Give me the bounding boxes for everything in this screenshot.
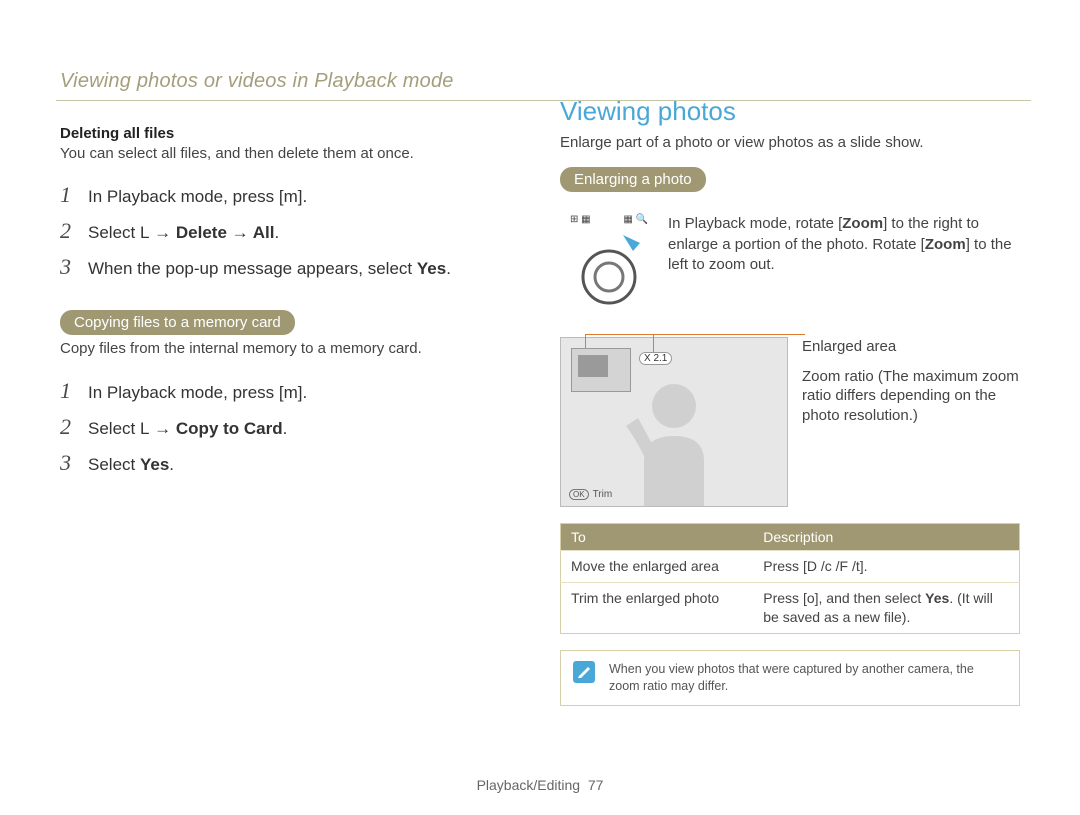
step-text: .	[274, 223, 279, 242]
step-number: 2	[60, 414, 76, 440]
deleting-desc: You can select all files, and then delet…	[60, 144, 520, 164]
dial-right-label: ▦ 🔍	[623, 214, 648, 225]
callout-enlarged-area: Enlarged area	[802, 337, 1020, 357]
step-row: 2 Select L → Delete → All.	[60, 218, 520, 244]
nav-icons: D /c /F /t	[807, 558, 860, 574]
note-text: When you view photos that were captured …	[609, 661, 1007, 695]
step-number: 3	[60, 450, 76, 476]
zoom-instruction: In Playback mode, rotate [Zoom] to the r…	[668, 214, 1020, 275]
table-cell-desc: Press [D /c /F /t].	[753, 551, 1019, 583]
enlarge-pill: Enlarging a photo	[560, 167, 706, 192]
step-row: 2 Select L → Copy to Card.	[60, 414, 520, 440]
step-number: 1	[60, 182, 76, 208]
step-row: 3 Select Yes.	[60, 450, 520, 476]
table-row: Trim the enlarged photo Press [o], and t…	[561, 583, 1020, 634]
step-text: .	[446, 259, 451, 278]
callout-zoom-ratio: Zoom ratio (The maximum zoom ratio diffe…	[802, 367, 1020, 426]
table-cell-desc: Press [o], and then select Yes. (It will…	[753, 583, 1019, 634]
step-number: 3	[60, 254, 76, 280]
ok-icon: o	[807, 590, 815, 606]
step-bold: Yes	[140, 455, 169, 474]
table-row: Move the enlarged area Press [D /c /F /t…	[561, 551, 1020, 583]
header-rule	[56, 100, 1031, 101]
step-text: Select	[88, 419, 140, 438]
dial-left-label: ⊞ ▦	[570, 214, 591, 225]
note-box: When you view photos that were captured …	[560, 650, 1020, 706]
step-text: ].	[298, 187, 307, 206]
page-footer: Playback/Editing 77	[0, 777, 1080, 793]
step-text: .	[169, 455, 174, 474]
trim-label: Trim	[593, 489, 613, 500]
step-number: 1	[60, 378, 76, 404]
step-text: In Playback mode, press [	[88, 187, 284, 206]
section-intro: Enlarge part of a photo or view photos a…	[560, 133, 1020, 153]
table-cell-to: Move the enlarged area	[561, 551, 754, 583]
step-text: Select	[88, 223, 140, 242]
step-row: 1 In Playback mode, press [m].	[60, 378, 520, 404]
step-text: .	[283, 419, 288, 438]
running-header: Viewing photos or videos in Playback mod…	[60, 70, 520, 93]
note-icon	[573, 661, 595, 683]
ok-badge-icon: OK	[569, 489, 589, 500]
zoom-dial-icon: ⊞ ▦ ▦ 🔍	[568, 214, 650, 317]
step-row: 1 In Playback mode, press [m].	[60, 182, 520, 208]
step-bold: → Delete → All	[149, 223, 274, 242]
actions-table: To Description Move the enlarged area Pr…	[560, 523, 1020, 634]
step-text: Select	[88, 455, 140, 474]
table-cell-to: Trim the enlarged photo	[561, 583, 754, 634]
menu-icon: m	[284, 383, 298, 402]
copy-desc: Copy files from the internal memory to a…	[60, 339, 520, 359]
copy-card-pill: Copying files to a memory card	[60, 310, 295, 335]
table-header-desc: Description	[753, 524, 1019, 551]
person-silhouette	[604, 366, 744, 506]
table-header-to: To	[561, 524, 754, 551]
deleting-heading: Deleting all files	[60, 125, 520, 142]
step-text: ].	[298, 383, 307, 402]
menu-icon: m	[284, 187, 298, 206]
screen-mockup: X 2.1 OK Trim	[560, 337, 788, 507]
step-row: 3 When the pop-up message appears, selec…	[60, 254, 520, 280]
step-bold: → Copy to Card	[149, 419, 282, 438]
step-text: When the pop-up message appears, select	[88, 259, 417, 278]
step-number: 2	[60, 218, 76, 244]
step-bold: Yes	[417, 259, 446, 278]
step-text: In Playback mode, press [	[88, 383, 284, 402]
zoom-ratio-badge: X 2.1	[639, 352, 672, 365]
